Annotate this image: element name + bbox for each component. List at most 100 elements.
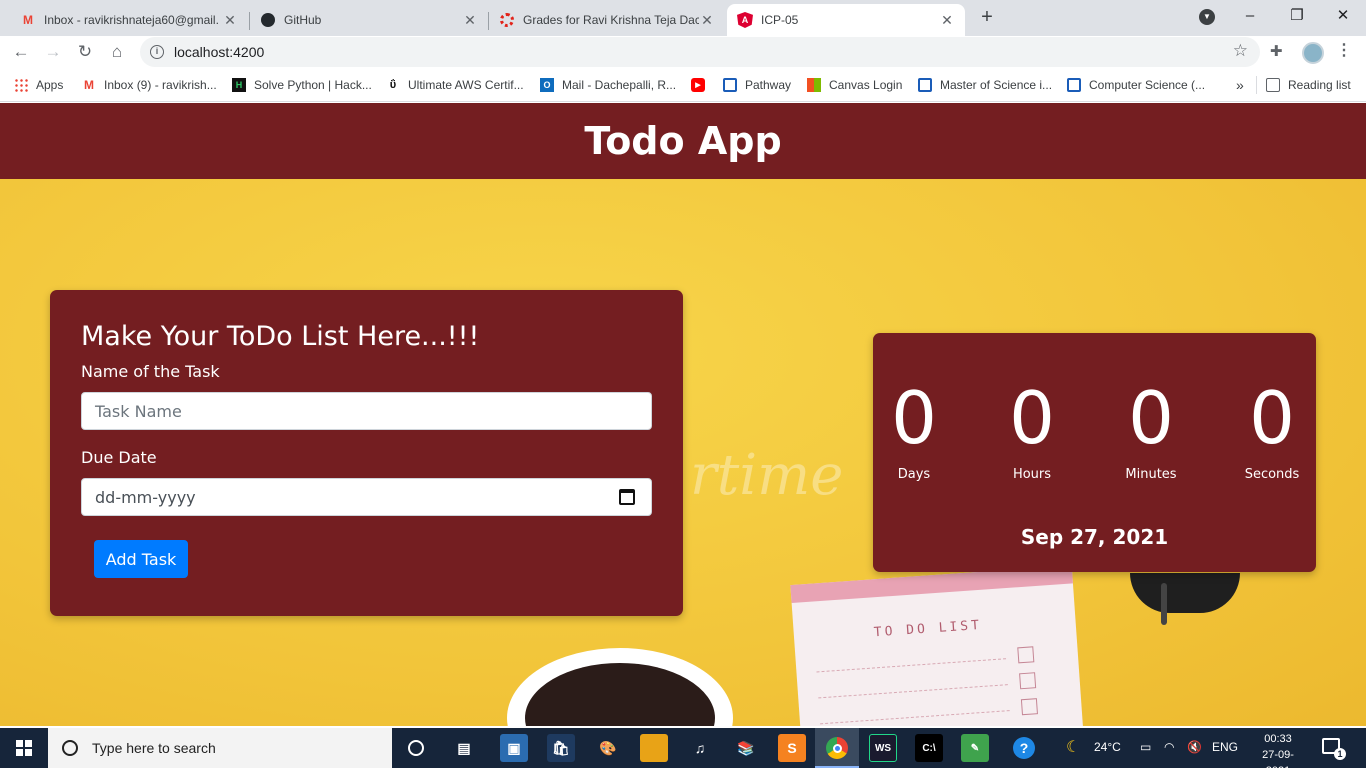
itunes-icon[interactable]: ♫ bbox=[686, 734, 714, 762]
countdown-date: Sep 27, 2021 bbox=[1020, 525, 1169, 549]
cortana-icon[interactable] bbox=[402, 734, 430, 762]
background-watermark: rtime bbox=[690, 443, 844, 508]
bookmark-canvas[interactable]: Canvas Login bbox=[807, 76, 902, 94]
taskbar-search-box[interactable]: Type here to search bbox=[48, 728, 392, 768]
clock-time: 00:33 bbox=[1264, 733, 1292, 745]
new-tab-button[interactable]: + bbox=[976, 6, 998, 28]
tab-icp05[interactable]: A ICP-05 ✕ bbox=[727, 4, 965, 36]
system-clock[interactable]: 00:33 27-09-2021 bbox=[1250, 731, 1306, 768]
address-bar[interactable]: i localhost:4200 ☆ bbox=[140, 37, 1260, 67]
books-icon[interactable]: 📚 bbox=[732, 734, 760, 762]
angular-icon: A bbox=[737, 12, 753, 28]
task-name-placeholder: Task Name bbox=[95, 401, 182, 421]
chrome-icon[interactable] bbox=[823, 734, 851, 762]
apps-grid-icon bbox=[14, 78, 28, 92]
file-explorer-icon[interactable] bbox=[640, 734, 668, 762]
volume-mute-icon[interactable]: 🔇 bbox=[1187, 740, 1202, 754]
bookmark-apps[interactable]: Apps bbox=[14, 76, 63, 94]
bookmark-aws[interactable]: ΰ Ultimate AWS Certif... bbox=[386, 76, 524, 94]
task-name-input[interactable]: Task Name bbox=[81, 392, 652, 430]
windows-taskbar: Type here to search ▤ ▣ 🛍 🎨 ♫ 📚 S WS C:\… bbox=[0, 728, 1366, 768]
calendar-icon[interactable] bbox=[619, 489, 635, 505]
profile-avatar[interactable] bbox=[1302, 42, 1324, 64]
url-text[interactable]: localhost:4200 bbox=[174, 44, 264, 60]
webstorm-icon[interactable]: WS bbox=[869, 734, 897, 762]
bookmark-cs[interactable]: Computer Science (... bbox=[1067, 76, 1205, 94]
terminal-icon[interactable]: C:\ bbox=[915, 734, 943, 762]
countdown-card: 0 Days 0 Hours 0 Minutes 0 Seconds Sep 2… bbox=[873, 333, 1316, 572]
close-window-button[interactable]: ✕ bbox=[1329, 4, 1357, 28]
bookmark-youtube[interactable]: ▶ bbox=[691, 76, 713, 94]
bookmark-inbox[interactable]: M Inbox (9) - ravikrish... bbox=[82, 76, 217, 94]
battery-icon[interactable]: ▭ bbox=[1140, 740, 1151, 754]
taskbar-search-placeholder: Type here to search bbox=[92, 740, 216, 756]
seconds-value: 0 bbox=[1249, 376, 1295, 460]
start-button[interactable] bbox=[0, 728, 48, 768]
bookmark-divider bbox=[1256, 76, 1257, 94]
canvas-icon bbox=[499, 12, 515, 28]
notepad-line bbox=[816, 658, 1007, 673]
extensions-puzzle-icon[interactable]: ✚ bbox=[1270, 42, 1283, 60]
site-info-icon[interactable]: i bbox=[150, 45, 164, 59]
gmail-icon: M bbox=[23, 13, 33, 27]
close-icon[interactable]: ✕ bbox=[462, 12, 478, 29]
due-date-input[interactable]: dd-mm-yyyy bbox=[81, 478, 652, 516]
bookmark-pathway[interactable]: Pathway bbox=[723, 76, 791, 94]
background-clock bbox=[1130, 573, 1240, 613]
tab-title: Inbox - ravikrishnateja60@gmail. bbox=[44, 13, 219, 27]
bookmark-label: Inbox (9) - ravikrish... bbox=[104, 78, 217, 92]
add-task-button[interactable]: Add Task bbox=[94, 540, 188, 578]
close-icon[interactable]: ✕ bbox=[699, 12, 715, 29]
tab-search-icon[interactable]: ▼ bbox=[1199, 9, 1215, 25]
back-arrow-icon[interactable]: ← bbox=[8, 39, 34, 65]
menu-kebab-icon[interactable]: ⋮ bbox=[1336, 40, 1352, 60]
countdown-days: 0 Days bbox=[864, 375, 964, 482]
days-value: 0 bbox=[891, 376, 937, 460]
tab-title: Grades for Ravi Krishna Teja Dach bbox=[523, 13, 699, 27]
bookmark-label: Master of Science i... bbox=[940, 78, 1053, 92]
tab-title: GitHub bbox=[284, 13, 322, 27]
close-icon[interactable]: ✕ bbox=[222, 12, 238, 29]
bookmark-masters[interactable]: Master of Science i... bbox=[918, 76, 1052, 94]
bookmark-label: Ultimate AWS Certif... bbox=[408, 78, 524, 92]
bookmark-hackerrank[interactable]: H Solve Python | Hack... bbox=[232, 76, 372, 94]
notepad-app-icon[interactable]: ✎ bbox=[961, 734, 989, 762]
reading-list-button[interactable]: Reading list bbox=[1266, 76, 1351, 94]
tab-github[interactable]: GitHub ✕ bbox=[250, 4, 488, 36]
sublime-text-icon[interactable]: S bbox=[778, 734, 806, 762]
tab-title: ICP-05 bbox=[761, 13, 799, 27]
bookmark-label: Apps bbox=[36, 78, 64, 92]
countdown-hours: 0 Hours bbox=[982, 375, 1082, 482]
hours-label: Hours bbox=[1012, 467, 1052, 482]
task-view-icon[interactable]: ▤ bbox=[450, 734, 478, 762]
tab-grades[interactable]: Grades for Ravi Krishna Teja Dach ✕ bbox=[489, 4, 725, 36]
task-name-label: Name of the Task bbox=[81, 362, 220, 381]
weather-moon-icon: ☾ bbox=[1066, 739, 1081, 756]
store-icon[interactable]: 🛍 bbox=[547, 734, 575, 762]
notepad-line bbox=[820, 710, 1010, 725]
bookmark-mail[interactable]: O Mail - Dachepalli, R... bbox=[540, 76, 676, 94]
reload-icon[interactable]: ↻ bbox=[72, 39, 98, 65]
notepad-label: TO DO LIST bbox=[873, 617, 983, 641]
minimize-button[interactable]: – bbox=[1236, 4, 1264, 28]
clock-date: 27-09-2021 bbox=[1262, 749, 1294, 768]
maximize-button[interactable]: ❐ bbox=[1283, 4, 1311, 28]
close-icon[interactable]: ✕ bbox=[939, 12, 955, 29]
pathway-icon bbox=[723, 78, 737, 92]
search-icon bbox=[62, 740, 78, 756]
countdown-minutes: 0 Minutes bbox=[1101, 375, 1201, 482]
app-page: rtime TO DO LIST Todo App Make Your ToDo… bbox=[0, 103, 1366, 726]
bookmark-star-icon[interactable]: ☆ bbox=[1233, 41, 1248, 61]
help-icon[interactable]: ? bbox=[1010, 734, 1038, 762]
weather-temperature[interactable]: 24°C bbox=[1094, 740, 1121, 754]
desktop-app-icon[interactable]: ▣ bbox=[500, 734, 528, 762]
notepad-checkbox bbox=[1020, 698, 1038, 716]
paint-icon[interactable]: 🎨 bbox=[594, 734, 622, 762]
home-icon[interactable]: ⌂ bbox=[104, 39, 130, 65]
background-clock-pin bbox=[1161, 583, 1167, 625]
forward-arrow-icon[interactable]: → bbox=[40, 39, 66, 65]
language-indicator[interactable]: ENG bbox=[1212, 740, 1238, 754]
wifi-icon[interactable]: ◠ bbox=[1164, 740, 1174, 754]
tab-inbox[interactable]: M Inbox - ravikrishnateja60@gmail. ✕ bbox=[10, 4, 248, 36]
more-bookmarks-button[interactable]: » bbox=[1236, 76, 1244, 94]
